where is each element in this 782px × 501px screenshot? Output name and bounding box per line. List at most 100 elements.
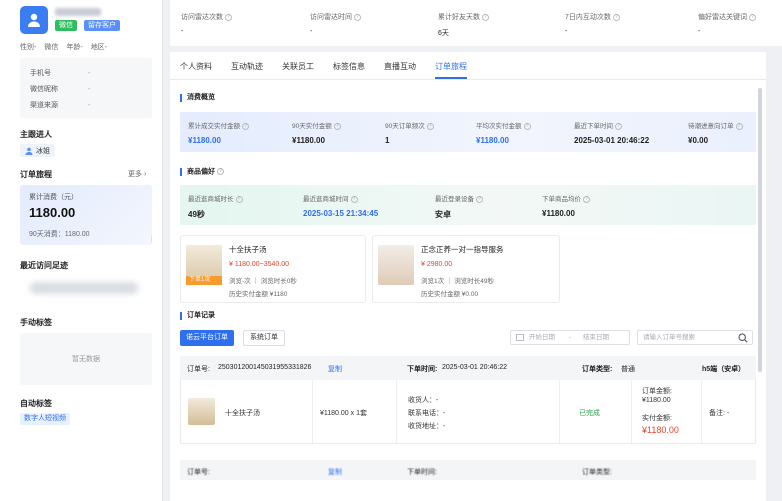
copy-link[interactable]: 复制 [328, 364, 342, 374]
consume-90day-amount: 90天实付金额? ¥1180.00 [292, 120, 341, 145]
help-icon: ? [523, 122, 531, 130]
avatar [20, 6, 48, 34]
help-icon: ? [354, 13, 361, 21]
person-icon [25, 147, 33, 155]
product-history-amount: 历史实付金额 ¥1180 [229, 291, 288, 298]
wechat-attr: 微信 [44, 44, 59, 51]
help-icon: ? [225, 13, 232, 21]
column-divider [631, 380, 632, 443]
search-icon[interactable] [738, 333, 748, 343]
column-divider [559, 380, 560, 443]
order-remark: 备注: - [709, 410, 730, 417]
recent-visits-title: 最近访问足迹 [20, 261, 68, 270]
preference-band: 最近逛商城时长? 49秒 最近逛商城时间? 2025-03-15 21:34:45 … [180, 185, 756, 225]
customer-attributes: 性别- 微信 年龄- 地区- [20, 42, 107, 52]
tab-live[interactable]: 直播互动 [384, 61, 416, 79]
consume-intent-order: 待潮进意向订单? ¥0.00 [688, 120, 743, 145]
calendar-icon [516, 334, 524, 341]
tab-order-journey[interactable]: 订单旅程 [435, 61, 467, 79]
column-divider [701, 380, 702, 443]
auto-tags-title: 自动标签 [20, 399, 52, 408]
manual-tags-title: 手动标签 [20, 318, 52, 327]
chevron-right-icon: › [143, 171, 147, 178]
help-icon: ? [612, 13, 620, 21]
age-attr: 年龄- [66, 44, 83, 51]
preference-section-title: 商品偏好? [180, 168, 224, 177]
more-link[interactable]: 更多 › [128, 169, 146, 179]
manual-tags-empty: 暂无数据 [20, 333, 152, 385]
product-browse-meta: 浏览-次 ｜ 浏览时长0秒 [229, 278, 297, 285]
order-time-label: 下单时间: [407, 469, 437, 476]
gender-attr: 性别- [20, 44, 37, 51]
journey-section-title: 订单旅程 [20, 170, 52, 179]
spend-label: 累计消费（元） [29, 194, 78, 201]
order-search-input[interactable]: 请输入订单号搜索 [637, 330, 753, 345]
help-icon: ? [749, 13, 756, 21]
stat-7day-interactions: 7日内互动次数? - [565, 12, 620, 35]
consume-section-title: 消费概览 [180, 94, 215, 102]
help-icon: ? [242, 122, 249, 130]
help-icon: ? [426, 122, 434, 130]
tab-tags[interactable]: 标签信息 [333, 61, 365, 79]
tab-profile[interactable]: 个人资料 [180, 61, 212, 79]
product-browse-meta: 浏览1次 ｜ 浏览时长49秒 [421, 278, 494, 285]
help-icon: ? [235, 195, 243, 203]
scrollbar[interactable] [758, 88, 762, 372]
copy-link[interactable]: 复制 [328, 467, 342, 477]
yen-watermark-icon: ¥ [151, 225, 152, 245]
pref-avg-price: 下单商品均价? ¥1180.00 [542, 193, 590, 218]
help-icon: ? [615, 122, 622, 130]
product-history-amount: 历史实付金额 ¥0.00 [421, 291, 479, 298]
order-device: h5端（安卓） [702, 366, 746, 373]
main-panel: 个人资料 互动轨迹 关联员工 标签信息 直播互动 订单旅程 消费概览 累计成交实… [170, 52, 766, 501]
customer-name-blurred [55, 8, 101, 16]
stat-radar-count: 访问雷达次数? - [181, 12, 232, 35]
platform-orders-button[interactable]: 诺云平台订单 [180, 330, 234, 346]
paid-amount: ¥1180.00 [642, 425, 679, 435]
owner-name: 冰姐 [36, 147, 50, 155]
order-header-row: 订单号: 250301200145031955331826 复制 下单时间: 2… [180, 356, 756, 380]
recent-visit-blurred [30, 282, 138, 294]
tab-divider [170, 79, 766, 80]
help-icon: ? [333, 122, 341, 130]
help-icon: ? [482, 13, 489, 21]
tab-staff[interactable]: 关联员工 [282, 61, 314, 79]
order-no-label: 订单号: [187, 366, 210, 373]
owner-section-title: 主跟进人 [20, 130, 52, 139]
order-amount: ¥1180.00 [642, 397, 671, 404]
info-row-nickname: 微信昵称 - [30, 85, 91, 94]
auto-tag[interactable]: 数字人短视频 [20, 413, 70, 425]
product-title: 十全扶子汤 [229, 245, 267, 254]
help-icon: ? [583, 195, 590, 203]
order-amount-label: 订单金额: [642, 388, 672, 395]
spend-value: 1180.00 [29, 205, 76, 220]
consume-overview-band: 累计成交实付金额? ¥1180.00 90天实付金额? ¥1180.00 90天订单… [180, 112, 756, 152]
wechat-tag: 微信 [55, 20, 77, 31]
order-product-name: 十全扶子汤 [225, 410, 260, 417]
owner-chip[interactable]: 冰姐 [20, 144, 55, 157]
order-no-value: 250301200145031955331826 [218, 364, 312, 371]
date-separator: - [569, 334, 572, 341]
product-card[interactable]: 正念正养一对一指导服务 ¥ 2980.00 浏览1次 ｜ 浏览时长49秒 历史实… [372, 235, 560, 303]
receiver-address: 收货地址：- [408, 423, 446, 430]
product-price: ¥ 1180.00~3540.00 [229, 261, 290, 268]
order-records-title: 订单记录 [180, 312, 215, 320]
product-card[interactable]: 下单1次 十全扶子汤 ¥ 1180.00~3540.00 浏览-次 ｜ 浏览时长… [180, 235, 366, 303]
system-orders-button[interactable]: 系统订单 [243, 330, 285, 346]
tab-interactions[interactable]: 互动轨迹 [231, 61, 263, 79]
pref-login-device: 最近登录设备? 安卓 [435, 193, 483, 220]
spend-summary-card: 累计消费（元） 1180.00 90天消费：1180.00 ¥ [20, 185, 152, 245]
customer-sidebar: 微信 留存客户 性别- 微信 年龄- 地区- 手机号 - 微信昵称 - 渠道来源 - … [0, 0, 163, 501]
info-row-phone: 手机号 - [30, 69, 91, 78]
order-type-label: 订单类型: [582, 469, 612, 476]
column-divider [396, 380, 397, 443]
spend-90-days: 90天消费：1180.00 [29, 231, 90, 238]
stat-radar-time: 访问雷达时间? - [310, 12, 361, 35]
consume-total: 累计成交实付金额? ¥1180.00 [188, 120, 249, 145]
order-count-badge: 下单1次 [186, 276, 222, 285]
column-divider [312, 380, 313, 443]
date-start: 开始日期 [529, 334, 555, 341]
date-range-picker[interactable]: 开始日期 - 结束日期 [510, 330, 630, 345]
order-no-label: 订单号: [187, 469, 210, 476]
order-price-qty: ¥1180.00 x 1套 [320, 410, 367, 417]
